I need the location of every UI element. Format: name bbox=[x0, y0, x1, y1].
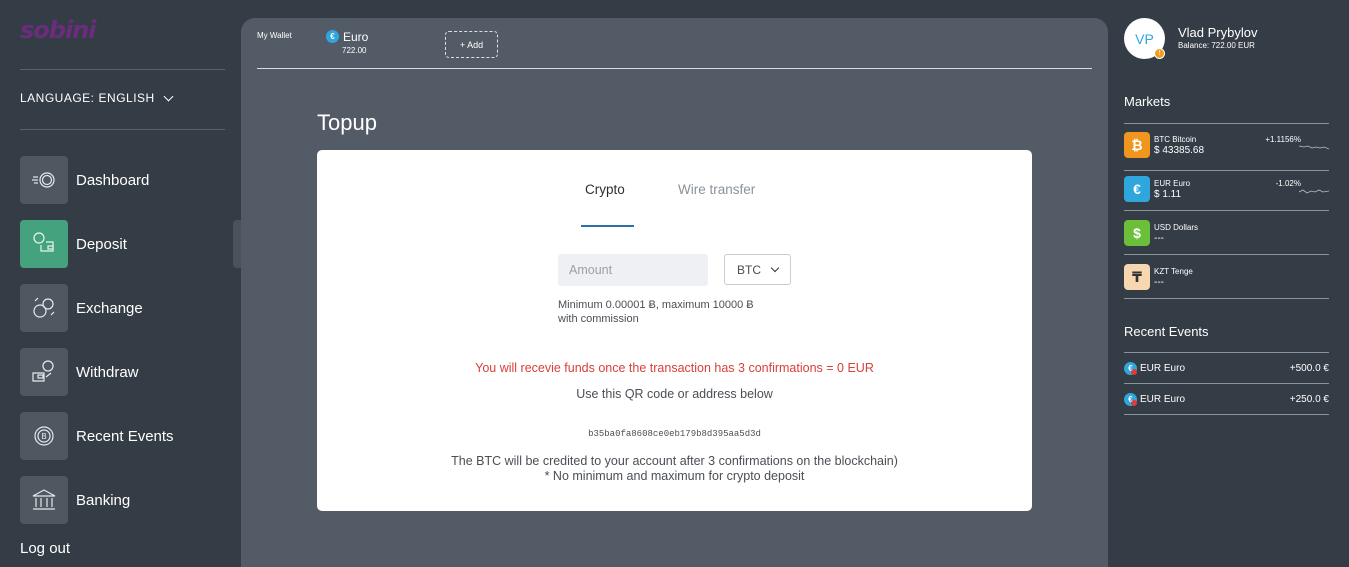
notification-badge-icon: ! bbox=[1154, 48, 1165, 59]
euro-icon: € bbox=[326, 30, 339, 43]
markets-divider bbox=[1124, 298, 1329, 299]
withdraw-wallet-icon bbox=[20, 348, 68, 396]
market-row[interactable]: € EUR Euro $ 1.11 -1.02% bbox=[1124, 170, 1329, 214]
market-name: EUR Euro bbox=[1154, 179, 1191, 188]
euro-icon: € bbox=[1124, 176, 1150, 202]
language-selector[interactable]: LANGUAGE: ENGLISH bbox=[20, 91, 174, 105]
credit-note-line: The BTC will be credited to your account… bbox=[451, 454, 898, 468]
nav-item-exchange[interactable]: Exchange bbox=[20, 284, 143, 332]
wallet-label: My Wallet bbox=[257, 31, 292, 40]
credit-note: The BTC will be credited to your account… bbox=[317, 454, 1032, 484]
deposit-wallet-icon bbox=[20, 220, 68, 268]
sidebar-divider bbox=[20, 129, 225, 130]
language-value: ENGLISH bbox=[98, 91, 155, 105]
right-panel: VP ! Vlad Prybylov Balance: 722.00 EUR M… bbox=[1108, 0, 1349, 567]
logout-link[interactable]: Log out bbox=[20, 540, 70, 557]
market-row[interactable]: ₿ BTC Bitcoin $ 43385.68 +1.1156% bbox=[1124, 126, 1329, 170]
tab-wire-transfer[interactable]: Wire transfer bbox=[678, 182, 755, 197]
event-name: EUR Euro bbox=[1140, 393, 1186, 405]
chevron-down-icon bbox=[770, 263, 780, 273]
limits-commission: with commission bbox=[558, 313, 639, 325]
topup-card: Crypto Wire transfer BTC Minimum 0.00001… bbox=[317, 150, 1032, 511]
currency-select[interactable]: BTC bbox=[724, 254, 791, 285]
status-dot-icon bbox=[1131, 399, 1137, 406]
add-wallet-button[interactable]: + Add bbox=[445, 31, 498, 58]
amount-input[interactable] bbox=[558, 254, 708, 286]
qr-instruction: Use this QR code or address below bbox=[576, 387, 773, 401]
event-amount: +500.0 € bbox=[1289, 362, 1329, 374]
user-balance: Balance: 722.00 EUR bbox=[1178, 41, 1255, 50]
left-sidebar: sobini LANGUAGE: ENGLISH Dashboard Depos… bbox=[0, 0, 241, 567]
deposit-address[interactable]: b35ba0fa8608ce0eb179b8d395aa5d3d bbox=[317, 429, 1032, 439]
status-dot-icon bbox=[1131, 368, 1137, 375]
sparkline-chart bbox=[1299, 145, 1329, 150]
market-name: USD Dollars bbox=[1154, 223, 1199, 232]
wallet-currency-name: Euro bbox=[343, 30, 369, 44]
nav-item-withdraw[interactable]: Withdraw bbox=[20, 348, 139, 396]
limits-text: Minimum 0.00001 Ƀ, maximum 10000 Ƀ bbox=[558, 299, 754, 311]
nav-label-deposit: Deposit bbox=[76, 235, 127, 253]
svg-text:B: B bbox=[41, 432, 47, 441]
wallet-divider bbox=[257, 68, 1092, 69]
event-name: EUR Euro bbox=[1140, 362, 1186, 374]
sobini-logo[interactable]: sobini bbox=[20, 16, 96, 44]
user-name: Vlad Prybylov bbox=[1178, 25, 1258, 40]
nav-item-dashboard[interactable]: Dashboard bbox=[20, 156, 149, 204]
chevron-down-icon bbox=[163, 91, 174, 101]
nav-label-recent-events: Recent Events bbox=[76, 427, 174, 445]
market-name: BTC Bitcoin bbox=[1154, 135, 1197, 144]
markets-divider bbox=[1124, 123, 1329, 124]
tenge-icon: ₸ bbox=[1124, 264, 1150, 290]
nav-label-dashboard: Dashboard bbox=[76, 171, 150, 189]
nav-item-banking[interactable]: Banking bbox=[20, 476, 130, 524]
sidebar-divider bbox=[20, 69, 225, 70]
event-amount: +250.0 € bbox=[1289, 393, 1329, 405]
market-price: --- bbox=[1154, 277, 1164, 288]
market-price: $ 43385.68 bbox=[1154, 145, 1205, 156]
dashboard-coin-icon bbox=[20, 156, 68, 204]
dollar-icon: $ bbox=[1124, 220, 1150, 246]
market-price: $ 1.11 bbox=[1154, 189, 1182, 200]
markets-divider bbox=[1124, 210, 1329, 211]
nav-item-deposit[interactable]: Deposit bbox=[20, 220, 127, 268]
recent-events-title: Recent Events bbox=[1124, 324, 1209, 339]
market-row[interactable]: $ USD Dollars --- bbox=[1124, 214, 1329, 258]
page-title: Topup bbox=[317, 110, 377, 135]
exchange-coins-icon bbox=[20, 284, 68, 332]
market-row[interactable]: ₸ KZT Tenge --- bbox=[1124, 258, 1329, 302]
nav-label-exchange: Exchange bbox=[76, 299, 143, 317]
deposit-limits: Minimum 0.00001 Ƀ, maximum 10000 Ƀ with … bbox=[558, 298, 818, 326]
event-row[interactable]: € EUR Euro +500.0 € bbox=[1124, 353, 1329, 383]
events-divider bbox=[1124, 414, 1329, 415]
bitcoin-icon: ₿ bbox=[1124, 132, 1150, 158]
nav-item-recent-events[interactable]: B Recent Events bbox=[20, 412, 174, 460]
tab-crypto[interactable]: Crypto bbox=[585, 182, 625, 197]
market-change: +1.1156% bbox=[1265, 135, 1301, 144]
sparkline-chart bbox=[1299, 189, 1329, 194]
nav-label-banking: Banking bbox=[76, 491, 131, 509]
language-label: LANGUAGE: bbox=[20, 91, 95, 105]
markets-title: Markets bbox=[1124, 94, 1171, 109]
market-change: -1.02% bbox=[1275, 179, 1301, 188]
active-tab-indicator bbox=[581, 225, 634, 227]
euro-icon: € bbox=[1124, 392, 1137, 406]
credit-note-line: * No minimum and maximum for crypto depo… bbox=[544, 469, 805, 483]
wallet-currency[interactable]: € Euro bbox=[326, 30, 368, 44]
bank-icon bbox=[20, 476, 68, 524]
bitcoin-coin-icon: B bbox=[20, 412, 68, 460]
market-price: --- bbox=[1154, 233, 1164, 244]
euro-icon: € bbox=[1124, 361, 1137, 375]
event-row[interactable]: € EUR Euro +250.0 € bbox=[1124, 384, 1329, 414]
confirmation-warning: You will recevie funds once the transact… bbox=[475, 361, 874, 375]
wallet-amount: 722.00 bbox=[342, 46, 367, 55]
market-name: KZT Tenge bbox=[1154, 267, 1193, 276]
markets-divider bbox=[1124, 254, 1329, 255]
currency-select-value: BTC bbox=[737, 262, 761, 277]
nav-label-withdraw: Withdraw bbox=[76, 363, 139, 381]
main-panel: My Wallet € Euro 722.00 + Add Topup Cryp… bbox=[241, 18, 1108, 567]
